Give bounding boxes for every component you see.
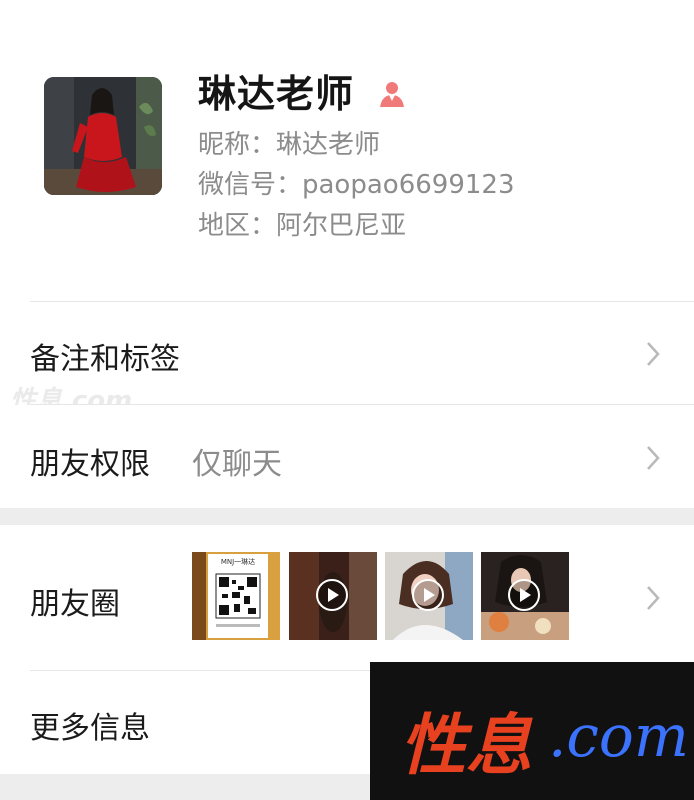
more-info-label: 更多信息 xyxy=(30,711,150,746)
moments-thumbnail[interactable] xyxy=(385,552,473,640)
profile-card: 琳达老师 昵称：琳达老师 微信号：paopao6699123 地区：阿尔巴尼亚 xyxy=(0,0,694,302)
friend-permission-label: 朋友权限 xyxy=(30,447,150,482)
chevron-right-icon xyxy=(647,586,660,610)
watermark-overlay: 性息 .com xyxy=(370,662,694,800)
profile-name: 琳达老师 xyxy=(198,72,355,116)
wechat-id-text: 微信号：paopao6699123 xyxy=(198,170,515,200)
remark-and-tags-label: 备注和标签 xyxy=(30,342,180,377)
thumbnail-caption: MNJ一琳达 xyxy=(220,558,256,566)
section-separator xyxy=(0,508,694,525)
female-icon xyxy=(380,82,404,107)
moments-thumbnail[interactable] xyxy=(289,552,377,640)
chevron-right-icon xyxy=(647,446,660,470)
region-text: 地区：阿尔巴尼亚 xyxy=(198,211,407,241)
play-icon xyxy=(412,579,444,611)
friend-permission-row[interactable]: 朋友权限 仅聊天 xyxy=(0,405,694,508)
moments-thumbnail[interactable] xyxy=(481,552,569,640)
play-icon xyxy=(508,579,540,611)
moments-thumbnail[interactable]: MNJ一琳达 xyxy=(192,552,280,640)
avatar[interactable] xyxy=(44,77,162,195)
watermark-brand-cn: 性息 xyxy=(400,707,532,784)
moments-label: 朋友圈 xyxy=(30,587,120,622)
chevron-right-icon xyxy=(647,342,660,366)
play-icon xyxy=(316,579,348,611)
nickname-text: 昵称：琳达老师 xyxy=(198,130,381,160)
watermark-brand-dom: .com xyxy=(548,702,689,770)
friend-permission-value: 仅聊天 xyxy=(192,447,282,482)
avatar-photo xyxy=(44,77,162,195)
